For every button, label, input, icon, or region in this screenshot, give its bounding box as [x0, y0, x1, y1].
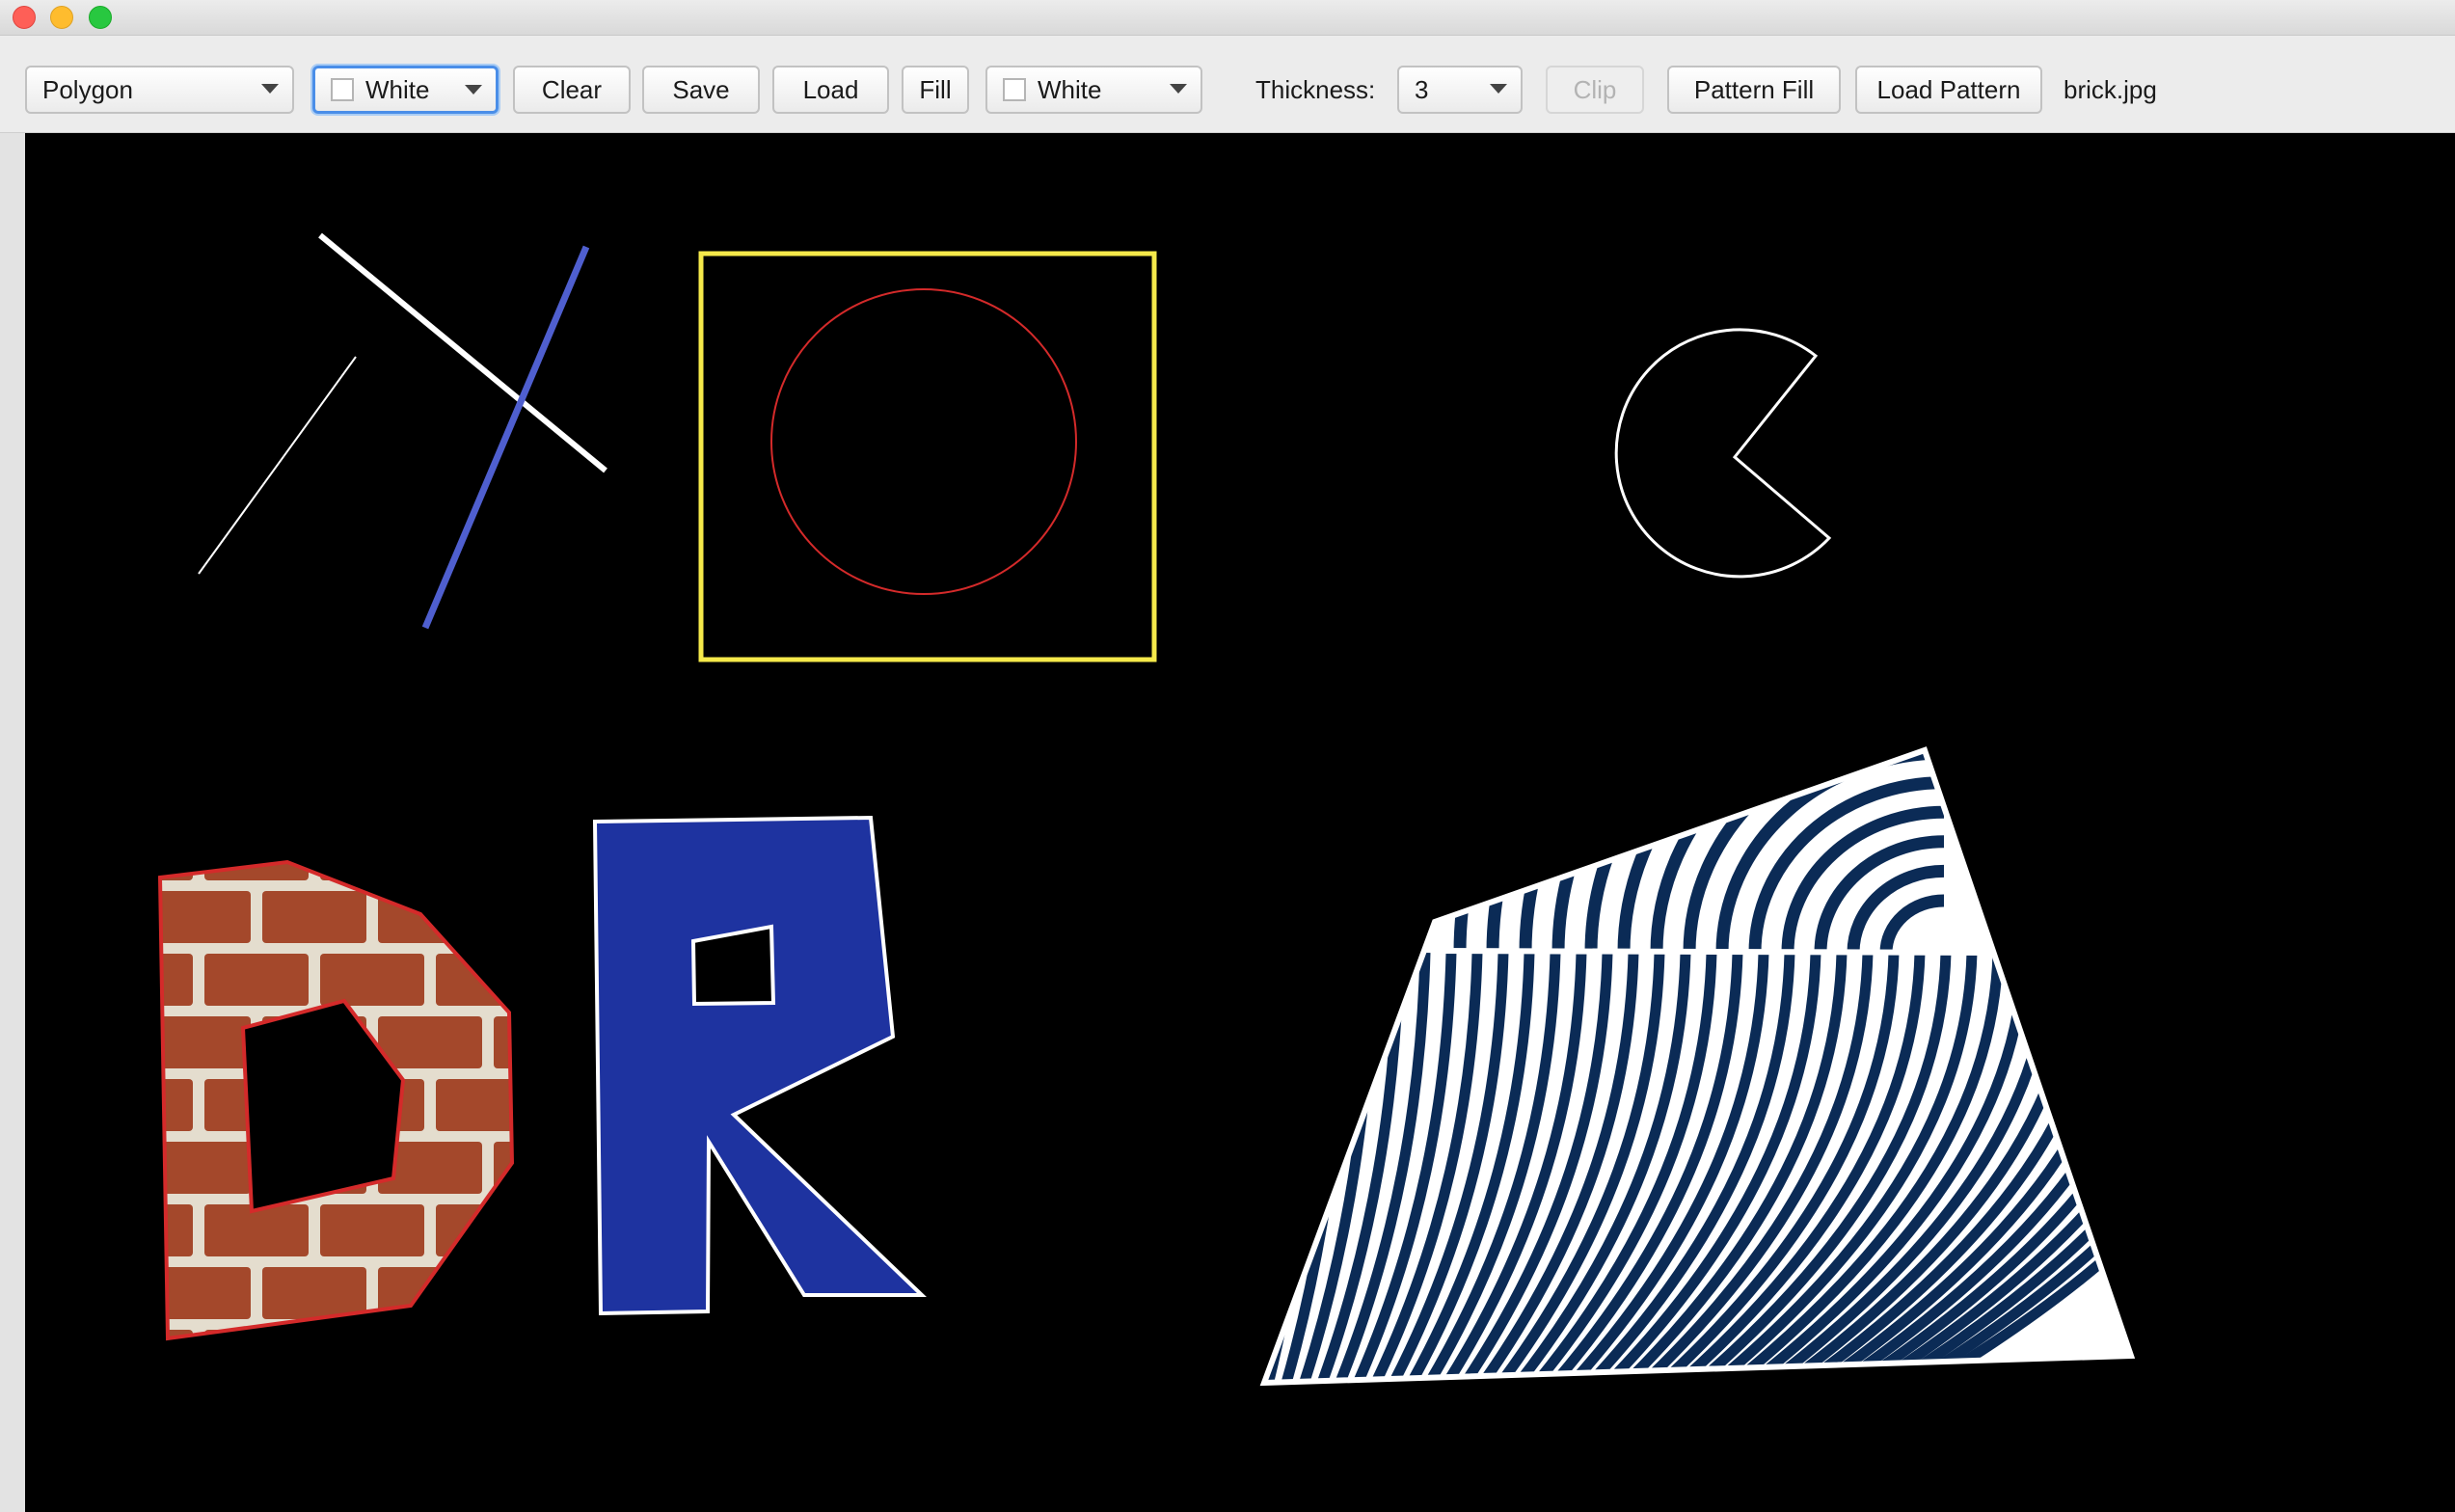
polygon-r-shape[interactable]: [592, 815, 927, 1316]
thickness-label: Thickness:: [1255, 74, 1376, 104]
pattern-fill-button[interactable]: Pattern Fill: [1667, 66, 1841, 114]
chevron-down-icon: [1170, 84, 1187, 94]
window-close-button[interactable]: [13, 6, 36, 29]
stripe-pattern-fill: [1264, 750, 2131, 1383]
rectangle-shape[interactable]: [698, 251, 1157, 662]
window-titlebar: [0, 0, 2455, 36]
chevron-down-icon: [261, 84, 279, 94]
drawing-canvas[interactable]: [25, 133, 2455, 1512]
shape-select-value: Polygon: [42, 74, 133, 104]
load-pattern-button[interactable]: Load Pattern: [1855, 66, 2042, 114]
line-shape[interactable]: [198, 356, 357, 575]
fill-color-swatch: [1003, 78, 1026, 101]
save-button[interactable]: Save: [642, 66, 760, 114]
window-minimize-button[interactable]: [50, 6, 73, 29]
thick-line-shape[interactable]: [318, 232, 607, 473]
stroke-color-swatch: [331, 78, 354, 101]
load-button[interactable]: Load: [772, 66, 889, 114]
stripe: [1264, 952, 1275, 1383]
thickness-select[interactable]: 3: [1397, 66, 1523, 114]
fill-color-picker[interactable]: White: [985, 66, 1202, 114]
stroke-color-picker[interactable]: White: [312, 66, 499, 114]
circle-shape[interactable]: [770, 288, 1077, 595]
pie-arc-shape[interactable]: [1614, 328, 1832, 579]
stroke-color-label: White: [365, 74, 430, 104]
chevron-down-icon: [1490, 84, 1507, 94]
clip-button[interactable]: Clip: [1546, 66, 1644, 114]
thickness-value: 3: [1415, 74, 1429, 104]
chevron-down-icon: [465, 85, 482, 94]
clear-button[interactable]: Clear: [513, 66, 631, 114]
fill-color-label: White: [1038, 74, 1102, 104]
polygon-d-shape[interactable]: [157, 859, 515, 1341]
shape-select[interactable]: Polygon: [25, 66, 294, 114]
left-panel-strip: [0, 133, 26, 1512]
pattern-file-name: brick.jpg: [2064, 74, 2157, 104]
window-maximize-button[interactable]: [89, 6, 112, 29]
toolbar: Polygon White Clear Save Load Fill White…: [0, 36, 2455, 133]
fill-button[interactable]: Fill: [902, 66, 969, 114]
